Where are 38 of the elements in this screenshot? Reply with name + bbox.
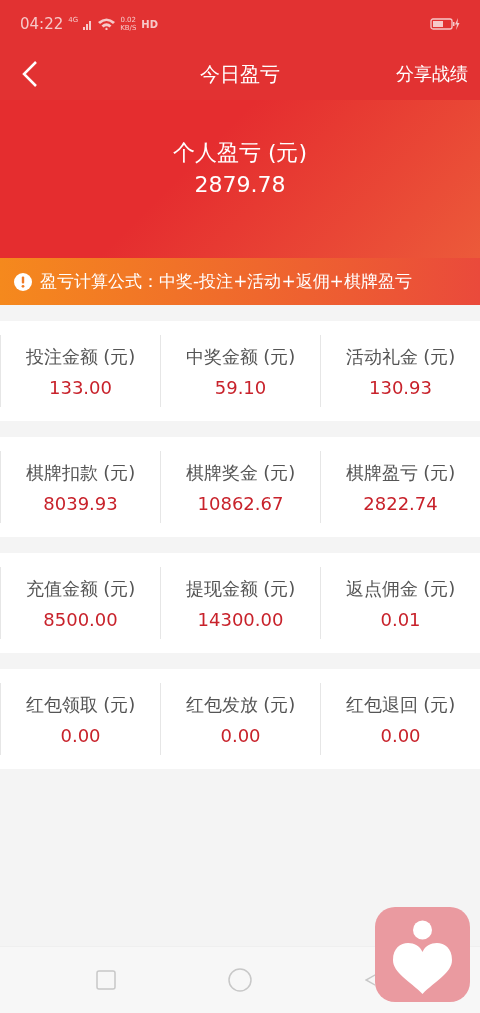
page-title: 今日盈亏	[200, 61, 280, 86]
battery-charging-icon	[430, 17, 460, 31]
stat-value: 133.00	[49, 376, 112, 398]
back-icon[interactable]	[22, 60, 38, 88]
stat-label: 中奖金额 (元)	[185, 344, 296, 369]
stat-label: 红包领取 (元)	[25, 692, 136, 717]
summary-label: 个人盈亏 (元)	[172, 139, 308, 167]
stat-value: 10862.67	[197, 492, 284, 514]
stat-value: 0.00	[60, 724, 101, 746]
stat-value: 59.10	[214, 376, 267, 398]
wifi-icon	[98, 18, 116, 30]
recents-icon[interactable]	[96, 970, 117, 990]
formula-text: 盈亏计算公式：中奖-投注+活动+返佣+棋牌盈亏	[40, 270, 412, 293]
stat-value: 0.01	[380, 608, 421, 630]
stat-label: 棋牌扣款 (元)	[25, 460, 136, 485]
stat-value: 8500.00	[43, 608, 118, 630]
share-button[interactable]: 分享战绩	[396, 62, 468, 86]
stat-label: 活动礼金 (元)	[345, 344, 456, 369]
stat-value: 0.00	[220, 724, 261, 746]
stat-label: 红包发放 (元)	[185, 692, 296, 717]
stat-label: 返点佣金 (元)	[345, 576, 456, 601]
status-time: 04:22	[20, 15, 64, 33]
stat-label: 棋牌奖金 (元)	[185, 460, 296, 485]
stat-label: 红包退回 (元)	[345, 692, 456, 717]
hd-indicator: HD	[141, 18, 158, 30]
signal-icon	[83, 18, 94, 30]
summary-value: 2879.78	[194, 172, 286, 197]
stat-label: 棋牌盈亏 (元)	[345, 460, 456, 485]
stat-label: 提现金额 (元)	[185, 576, 296, 601]
alert-icon	[14, 272, 32, 291]
stat-value: 130.93	[369, 376, 432, 398]
stat-value: 14300.00	[197, 608, 284, 630]
home-icon[interactable]	[228, 968, 253, 992]
stat-label: 充值金额 (元)	[25, 576, 136, 601]
stat-value: 8039.93	[43, 492, 118, 514]
stat-value: 2822.74	[363, 492, 438, 514]
stat-label: 投注金额 (元)	[25, 344, 136, 369]
stat-value: 0.00	[380, 724, 421, 746]
